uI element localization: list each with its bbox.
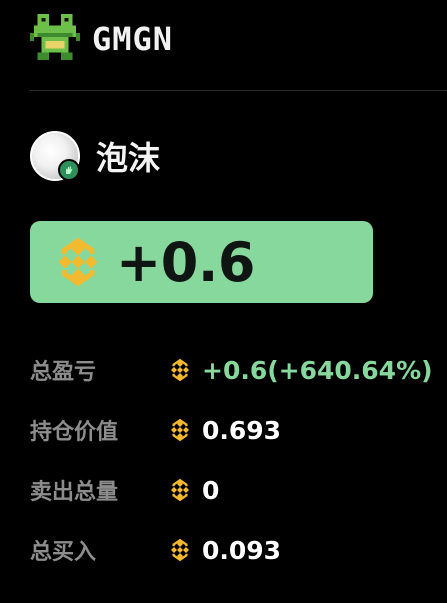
bnb-coin-icon: [171, 418, 189, 442]
brand-name[interactable]: GMGN: [92, 20, 173, 58]
stat-label: 持仓价值: [30, 420, 119, 445]
stat-row-total-pnl: 总盈亏 +0.6(+640.64%): [30, 340, 440, 400]
token-info: 泡沫: [30, 130, 160, 182]
frog-logo-icon: [30, 14, 80, 61]
header-divider: [30, 90, 447, 91]
token-avatar[interactable]: [30, 131, 80, 181]
bnb-coin-icon: [58, 237, 98, 287]
stat-label: 总盈亏: [30, 360, 97, 385]
stat-row-total-buy: 总买入 0.093: [30, 520, 440, 580]
pnl-value: +0.6: [116, 230, 255, 294]
stat-label: 卖出总量: [30, 480, 119, 505]
hand-badge-icon: [58, 159, 80, 181]
stat-value: 0: [202, 475, 220, 505]
stat-row-holding-value: 持仓价值 0.693: [30, 400, 440, 460]
token-name: 泡沫: [96, 139, 161, 177]
pnl-card: +0.6: [30, 221, 373, 303]
stat-value: 0.693: [202, 415, 282, 445]
bnb-coin-icon: [171, 358, 189, 382]
stat-label: 总买入: [30, 540, 97, 565]
bnb-coin-icon: [171, 538, 189, 562]
stat-row-sold-total: 卖出总量 0: [30, 460, 440, 520]
stats-list: 总盈亏 +0.6(+640.64%) 持仓价值 0.693 卖出总量 0 总买入…: [30, 340, 440, 580]
stat-value: 0.093: [202, 535, 282, 565]
header: GMGN: [30, 12, 173, 66]
bnb-coin-icon: [171, 478, 189, 502]
stat-value: +0.6(+640.64%): [202, 355, 433, 385]
